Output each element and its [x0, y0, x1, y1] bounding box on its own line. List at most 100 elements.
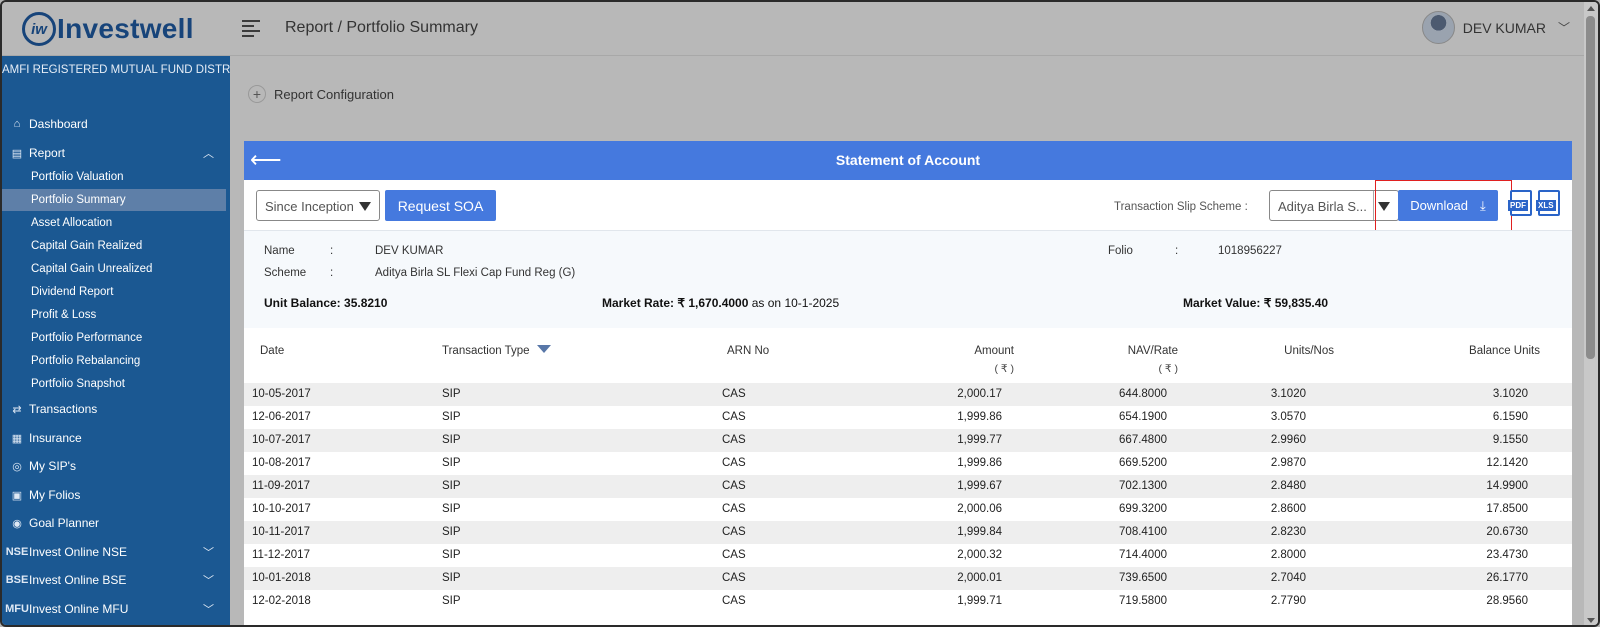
vertical-scrollbar[interactable] — [1584, 2, 1598, 625]
column-transaction-type[interactable]: Transaction Type — [442, 345, 551, 357]
table-row[interactable]: 11-09-2017 SIP CAS 1,999.67 702.1300 2.8480 14… — [244, 475, 1572, 498]
scroll-up-icon[interactable] — [1587, 6, 1595, 11]
sidebar-item-invest-online-nse[interactable]: NSE Invest Online NSE ﹀ — [2, 540, 230, 564]
sidebar-subitem-asset-allocation[interactable]: Asset Allocation — [2, 212, 230, 234]
cell-nav-rate: 702.1300 — [1119, 480, 1167, 492]
sidebar-item-dashboard[interactable]: ⌂ Dashboard — [2, 112, 230, 136]
column-amount-unit: ( ₹ ) — [994, 363, 1014, 375]
cell-units: 2.7040 — [1270, 572, 1306, 584]
sidebar-subitem-portfolio-snapshot[interactable]: Portfolio Snapshot — [2, 373, 230, 395]
cell-units: 2.8600 — [1270, 503, 1306, 515]
sidebar-subitem-dividend-report[interactable]: Dividend Report — [2, 281, 230, 303]
cell-balance-units: 12.1420 — [1486, 457, 1528, 469]
table-row[interactable]: 12-06-2017 SIP CAS 1,999.86 654.1900 3.0570 6.… — [244, 406, 1572, 429]
cell-units: 2.7790 — [1270, 595, 1306, 607]
report-icon: ▤ — [11, 147, 23, 160]
select-divider — [1373, 191, 1374, 220]
table-row[interactable]: 10-08-2017 SIP CAS 1,999.86 669.5200 2.9870 12… — [244, 452, 1572, 475]
sidebar-item-transactions[interactable]: ⇄ Transactions — [2, 397, 230, 421]
period-select[interactable]: Since Inception — [256, 190, 380, 221]
sidebar: AMFI REGISTERED MUTUAL FUND DISTRIBUTOR … — [2, 56, 230, 625]
table-row[interactable]: 10-01-2018 SIP CAS 2,000.01 739.6500 2.7040 26… — [244, 567, 1572, 590]
sidebar-item-invest-online-mfu[interactable]: MFU Invest Online MFU ﹀ — [2, 597, 230, 621]
report-configuration-toggle[interactable]: + Report Configuration — [248, 85, 394, 103]
table-row[interactable]: 10-05-2017 SIP CAS 2,000.17 644.8000 3.1020 3.… — [244, 383, 1572, 406]
unit-balance-value: 35.8210 — [344, 296, 388, 310]
market-value: Market Value: ₹ 59,835.40 — [1183, 296, 1328, 310]
investwell-logo[interactable]: iw Investwell — [22, 12, 194, 46]
cell-amount: 2,000.32 — [957, 549, 1002, 561]
cell-nav-rate: 714.4000 — [1119, 549, 1167, 561]
column-units[interactable]: Units/Nos — [1244, 345, 1334, 357]
pdf-icon-label: PDF — [1508, 200, 1528, 211]
sidebar-subitem-capital-gain-unrealized[interactable]: Capital Gain Unrealized — [2, 258, 230, 280]
user-menu[interactable]: DEV KUMAR ﹀ — [1421, 11, 1570, 44]
sidebar-subitem-profit-loss[interactable]: Profit & Loss — [2, 304, 230, 326]
cell-units: 3.0570 — [1270, 411, 1306, 423]
cell-amount: 2,000.01 — [957, 572, 1002, 584]
download-label: Download — [1410, 198, 1469, 213]
pdf-icon[interactable]: PDF — [1508, 190, 1532, 216]
sidebar-item-label: Invest Online NSE — [29, 545, 128, 559]
cell-date: 12-02-2018 — [252, 595, 311, 607]
scrollbar-thumb[interactable] — [1586, 16, 1595, 359]
name-colon: : — [330, 245, 334, 257]
table-row[interactable]: 12-02-2018 SIP CAS 1,999.71 719.5800 2.7790 28… — [244, 590, 1572, 613]
column-date[interactable]: Date — [260, 345, 284, 357]
scroll-down-icon[interactable] — [1587, 618, 1595, 623]
sip-icon: ◎ — [12, 460, 22, 473]
scheme-colon: : — [330, 267, 334, 279]
brand-name: Investwell — [57, 13, 194, 44]
column-amount[interactable]: Amount ( ₹ ) — [944, 345, 1014, 375]
cell-arn-no: CAS — [722, 434, 746, 446]
folio-label: Folio — [1108, 245, 1133, 257]
cell-balance-units: 28.9560 — [1486, 595, 1528, 607]
cell-arn-no: CAS — [722, 572, 746, 584]
cell-transaction-type: SIP — [442, 480, 461, 492]
cell-date: 10-08-2017 — [252, 457, 311, 469]
name-label: Name — [264, 245, 295, 257]
sidebar-subitem-capital-gain-realized[interactable]: Capital Gain Realized — [2, 235, 230, 257]
cell-units: 2.8230 — [1270, 526, 1306, 538]
sidebar-item-insurance[interactable]: ▦ Insurance — [2, 426, 230, 450]
column-amount-label: Amount — [974, 345, 1014, 357]
download-button[interactable]: Download ⤓ — [1398, 190, 1498, 221]
market-rate: Market Rate: ₹ 1,670.4000 as on 10-1-202… — [602, 296, 839, 310]
column-arn-no[interactable]: ARN No — [727, 345, 769, 357]
cell-balance-units: 6.1590 — [1492, 411, 1528, 423]
cell-units: 2.9960 — [1270, 434, 1306, 446]
sidebar-item-goal-planner[interactable]: ◉ Goal Planner — [2, 511, 230, 535]
menu-toggle-icon[interactable] — [242, 20, 262, 38]
request-soa-button[interactable]: Request SOA — [385, 190, 496, 221]
sidebar-subitem-portfolio-performance[interactable]: Portfolio Performance — [2, 327, 230, 349]
column-balance-units[interactable]: Balance Units — [1424, 345, 1540, 357]
insurance-icon: ▦ — [11, 432, 23, 445]
table-row[interactable]: 10-07-2017 SIP CAS 1,999.77 667.4800 2.9960 9.… — [244, 429, 1572, 452]
sidebar-item-invest-online-bse[interactable]: BSE Invest Online BSE ﹀ — [2, 568, 230, 592]
column-nav-label: NAV/Rate — [1127, 345, 1178, 357]
sidebar-item-report[interactable]: ▤ Report ︿ — [2, 141, 230, 165]
table-row[interactable]: 10-10-2017 SIP CAS 2,000.06 699.3200 2.8600 17… — [244, 498, 1572, 521]
sidebar-item-my-folios[interactable]: ▣ My Folios — [2, 483, 230, 507]
chevron-down-icon: ﹀ — [203, 547, 214, 559]
report-configuration-label: Report Configuration — [274, 86, 394, 102]
table-row[interactable]: 11-12-2017 SIP CAS 2,000.32 714.4000 2.8000 23… — [244, 544, 1572, 567]
sidebar-subitem-portfolio-summary[interactable]: Portfolio Summary — [2, 189, 226, 211]
sidebar-subitem-portfolio-valuation[interactable]: Portfolio Valuation — [2, 166, 230, 188]
top-header: iw Investwell Report / Portfolio Summary… — [2, 2, 1598, 56]
cell-date: 10-10-2017 — [252, 503, 311, 515]
table-row[interactable]: 10-11-2017 SIP CAS 1,999.84 708.4100 2.8230 20… — [244, 521, 1572, 544]
chevron-down-icon: ﹀ — [1557, 21, 1570, 35]
cell-date: 10-11-2017 — [252, 526, 310, 538]
xls-icon[interactable]: XLS — [1536, 190, 1560, 216]
filter-icon[interactable] — [536, 345, 551, 353]
sidebar-item-label: Transactions — [29, 402, 98, 416]
column-nav-rate[interactable]: NAV/Rate ( ₹ ) — [1104, 345, 1178, 375]
download-icon: ⤓ — [1480, 197, 1486, 213]
cell-balance-units: 3.1020 — [1492, 388, 1528, 400]
sidebar-subitem-portfolio-rebalancing[interactable]: Portfolio Rebalancing — [2, 350, 230, 372]
sidebar-item-my-sips[interactable]: ◎ My SIP's — [2, 454, 230, 478]
cell-amount: 1,999.84 — [957, 526, 1002, 538]
cell-amount: 1,999.67 — [957, 480, 1002, 492]
cell-arn-no: CAS — [722, 595, 746, 607]
